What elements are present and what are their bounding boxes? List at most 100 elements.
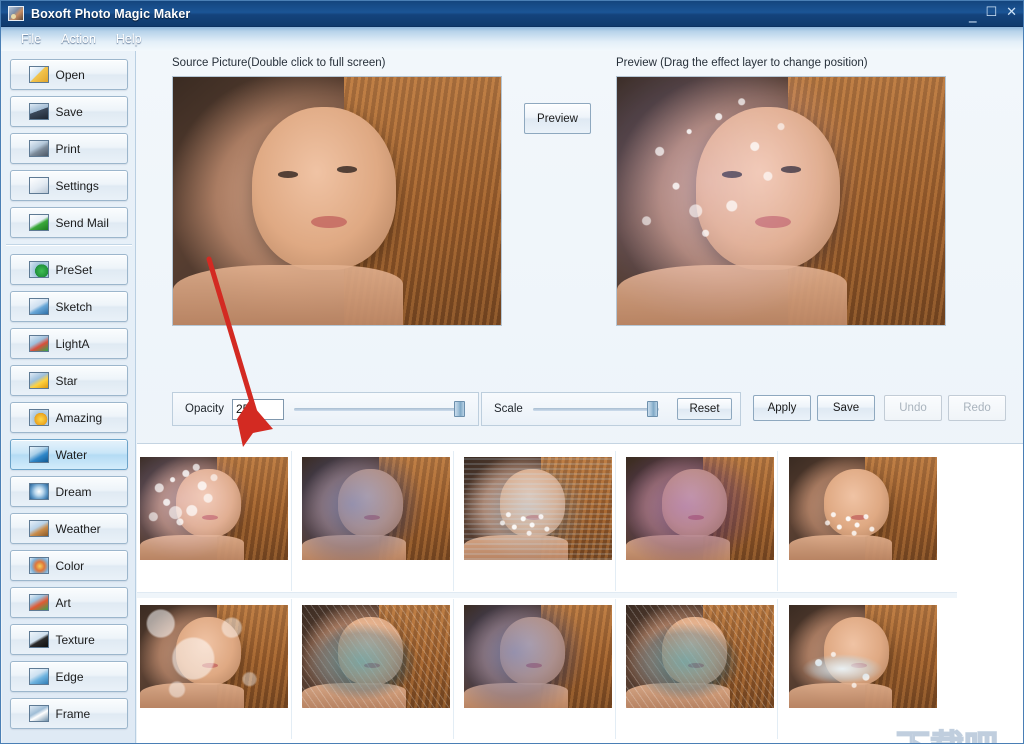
- sidebar-item-star[interactable]: Star: [9, 365, 128, 396]
- thumbnail-item[interactable]: [137, 451, 292, 591]
- thumbnail-item[interactable]: [299, 451, 454, 591]
- window-title: Boxoft Photo Magic Maker: [31, 6, 191, 21]
- edge-icon: [28, 668, 49, 685]
- thumbnail-item[interactable]: [785, 451, 940, 591]
- color-palette-icon: [28, 557, 49, 574]
- dream-icon: [28, 483, 49, 500]
- sidebar-item-label: Amazing: [55, 410, 103, 425]
- close-button[interactable]: ✕: [1006, 6, 1017, 19]
- sidebar-item-label: Save: [55, 104, 83, 119]
- reset-button[interactable]: Reset: [677, 398, 732, 420]
- weather-icon: [28, 520, 49, 537]
- texture-icon: [28, 631, 49, 648]
- thumbnail-image: [140, 605, 288, 708]
- sidebar-divider: [5, 244, 132, 245]
- redo-button: Redo: [948, 395, 1006, 421]
- sidebar-item-color[interactable]: Color: [9, 550, 128, 581]
- apply-button[interactable]: Apply: [753, 395, 811, 421]
- thumbnail-image: [302, 605, 450, 708]
- opacity-input[interactable]: [232, 398, 284, 420]
- thumbnail-image: [140, 457, 288, 560]
- scale-slider[interactable]: [532, 400, 667, 418]
- sidebar-item-label: Send Mail: [55, 215, 109, 230]
- thumbnail-image: [626, 457, 774, 560]
- sidebar-item-label: Settings: [55, 178, 99, 193]
- preview-label: Preview (Drag the effect layer to change…: [616, 57, 868, 69]
- art-icon: [28, 594, 49, 611]
- open-folder-icon: [28, 66, 49, 83]
- undo-button: Undo: [884, 395, 942, 421]
- sidebar-item-edge[interactable]: Edge: [9, 661, 128, 692]
- sidebar-item-amazing[interactable]: Amazing: [9, 402, 128, 433]
- sidebar-item-label: Water: [55, 447, 88, 462]
- opacity-label: Opacity: [185, 403, 224, 415]
- sidebar-item-sketch[interactable]: Sketch: [9, 291, 128, 322]
- source-picture-label: Source Picture(Double click to full scre…: [172, 57, 386, 69]
- send-mail-icon: [28, 214, 49, 231]
- save-button[interactable]: Save: [817, 395, 875, 421]
- scale-slider-thumb[interactable]: [647, 401, 659, 417]
- sidebar-item-label: Color: [55, 558, 85, 573]
- sidebar-item-label: Frame: [55, 706, 91, 721]
- thumbnail-item[interactable]: [785, 599, 940, 739]
- thumbnail-row: [137, 599, 957, 743]
- sidebar-item-settings[interactable]: Settings: [9, 170, 128, 201]
- thumbnail-image: [464, 605, 612, 708]
- water-splash-face-effect: [788, 605, 937, 708]
- source-picture[interactable]: [172, 76, 502, 326]
- sidebar-item-texture[interactable]: Texture: [9, 624, 128, 655]
- thumbnail-image: [788, 605, 937, 708]
- thumbnail-item[interactable]: [623, 451, 778, 591]
- sidebar-item-art[interactable]: Art: [9, 587, 128, 618]
- sidebar-item-label: LightA: [55, 336, 90, 351]
- thumbnail-item[interactable]: [299, 599, 454, 739]
- sidebar-item-preset[interactable]: PreSet: [9, 254, 128, 285]
- menu-action[interactable]: Action: [53, 30, 104, 48]
- preview-picture[interactable]: [616, 76, 946, 326]
- thumbnail-item[interactable]: [461, 599, 616, 739]
- opacity-slider-thumb[interactable]: [453, 401, 465, 417]
- thumbnail-item[interactable]: [623, 599, 778, 739]
- opacity-slider[interactable]: [294, 400, 468, 418]
- menu-help[interactable]: Help: [108, 30, 150, 48]
- thumbnail-item[interactable]: [137, 599, 292, 739]
- sidebar-item-water[interactable]: Water: [9, 439, 128, 470]
- main-area: Source Picture(Double click to full scre…: [136, 51, 1023, 743]
- thumbnail-image: [788, 457, 937, 560]
- sidebar-item-label: Star: [55, 373, 78, 388]
- water-blue-blur-effect: [464, 605, 612, 708]
- sidebar-item-save[interactable]: Save: [9, 96, 128, 127]
- water-violet-tint-effect: [626, 457, 774, 560]
- sidebar-item-print[interactable]: Print: [9, 133, 128, 164]
- menu-bar: File Action Help: [1, 27, 1023, 51]
- water-teal-splash-effect: [302, 605, 450, 708]
- preview-button[interactable]: Preview: [524, 103, 591, 134]
- sidebar-item-send-mail[interactable]: Send Mail: [9, 207, 128, 238]
- photo-eye-left: [277, 171, 298, 178]
- thumbnail-image: [626, 605, 774, 708]
- sidebar-item-frame[interactable]: Frame: [9, 698, 128, 729]
- sidebar-item-open[interactable]: Open: [9, 59, 128, 90]
- photo-face: [251, 106, 397, 271]
- photo-shoulder: [173, 265, 403, 325]
- scale-control-group: Scale Reset: [481, 392, 741, 426]
- water-droplets-blue-effect: [140, 457, 288, 560]
- menu-file[interactable]: File: [13, 30, 49, 48]
- sidebar-item-lighta[interactable]: LightA: [9, 328, 128, 359]
- scale-slider-track: [532, 408, 659, 411]
- sidebar-item-dream[interactable]: Dream: [9, 476, 128, 507]
- water-effect-layer[interactable]: [617, 77, 945, 325]
- sidebar-item-label: Edge: [55, 669, 84, 684]
- thumbnail-item[interactable]: [461, 451, 616, 591]
- scale-label: Scale: [494, 403, 523, 415]
- gear-envelope-icon: [28, 177, 49, 194]
- sidebar-item-weather[interactable]: Weather: [9, 513, 128, 544]
- title-bar: Boxoft Photo Magic Maker _ ☐ ✕: [1, 1, 1023, 27]
- printer-icon: [28, 140, 49, 157]
- sidebar-item-label: Weather: [55, 521, 101, 536]
- app-icon: [8, 6, 24, 21]
- minimize-button[interactable]: _: [969, 7, 977, 22]
- sidebar-item-label: Open: [55, 67, 85, 82]
- maximize-button[interactable]: ☐: [985, 6, 997, 19]
- amazing-icon: [28, 409, 49, 426]
